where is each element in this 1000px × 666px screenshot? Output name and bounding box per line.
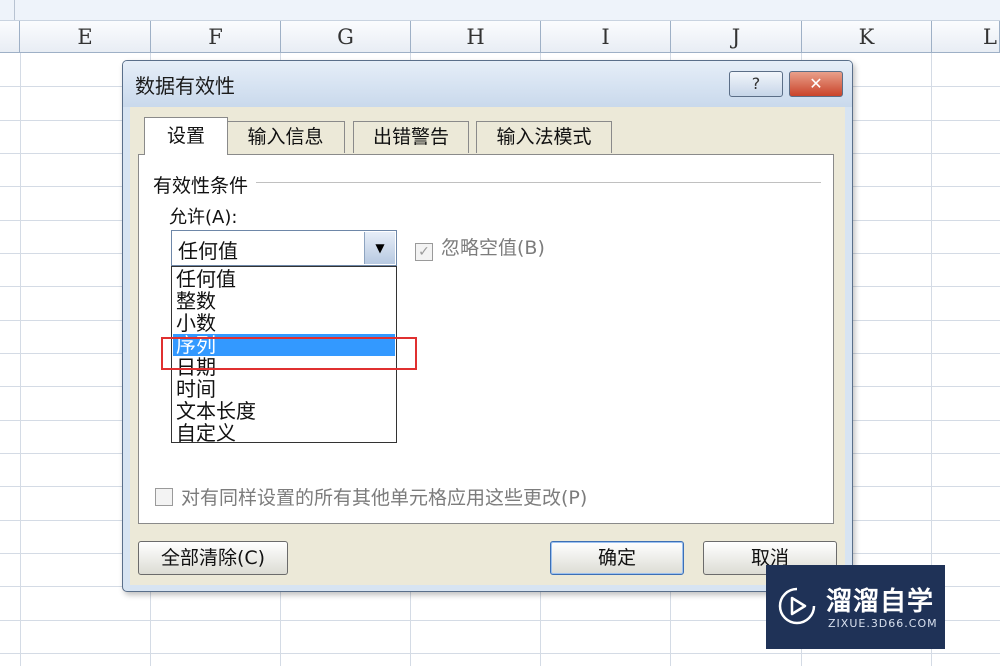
- ignore-blank-row[interactable]: ✓ 忽略空值(B): [415, 233, 545, 261]
- tab-error-alert[interactable]: 出错警告: [353, 121, 469, 153]
- ignore-blank-label: 忽略空值(B): [441, 237, 545, 259]
- clear-all-button[interactable]: 全部清除(C): [138, 541, 288, 575]
- column-header-l[interactable]: L: [932, 21, 1000, 53]
- close-button[interactable]: ✕: [789, 71, 843, 97]
- column-header-i[interactable]: I: [541, 21, 671, 53]
- allow-label: 允许(A):: [169, 207, 238, 228]
- settings-panel: 有效性条件 允许(A): 任何值 ▼ 任何值 整数 小数 序列 日期 时间 文本…: [138, 154, 834, 524]
- watermark-name: 溜溜自学: [826, 587, 935, 617]
- dialog-titlebar[interactable]: 数据有效性 ? ✕: [123, 61, 852, 107]
- list-item-custom[interactable]: 自定义: [173, 422, 395, 442]
- column-header-h[interactable]: H: [411, 21, 541, 53]
- tab-settings[interactable]: 设置: [144, 117, 228, 155]
- apply-all-checkbox[interactable]: [155, 488, 173, 506]
- dropdown-arrow-icon[interactable]: ▼: [364, 232, 395, 264]
- tab-ime-mode[interactable]: 输入法模式: [476, 121, 612, 153]
- row-header-corner[interactable]: [0, 21, 20, 53]
- column-header-e[interactable]: E: [20, 21, 151, 53]
- list-item-any-value[interactable]: 任何值: [173, 268, 395, 290]
- column-header-k[interactable]: K: [802, 21, 932, 53]
- play-logo-icon: [778, 587, 816, 625]
- dialog-body: 输入信息 出错警告 输入法模式 设置 有效性条件 允许(A): 任何值 ▼ 任何…: [130, 107, 845, 585]
- allow-dropdown-value: 任何值: [178, 239, 238, 263]
- column-header-g[interactable]: G: [281, 21, 411, 53]
- watermark-badge: 溜溜自学 ZIXUE.3D66.COM: [766, 565, 945, 649]
- allow-options-list[interactable]: 任何值 整数 小数 序列 日期 时间 文本长度 自定义: [171, 266, 397, 443]
- ignore-blank-checkbox[interactable]: ✓: [415, 243, 433, 261]
- apply-all-label: 对有同样设置的所有其他单元格应用这些更改(P): [181, 487, 588, 509]
- validation-criteria-label: 有效性条件: [153, 171, 257, 198]
- list-item-list[interactable]: 序列: [173, 334, 395, 356]
- data-validation-dialog: 数据有效性 ? ✕ 输入信息 出错警告 输入法模式 设置 有效性条件 允许(A)…: [122, 60, 853, 592]
- column-header-j[interactable]: J: [671, 21, 802, 53]
- help-icon: ?: [751, 74, 761, 93]
- dialog-title: 数据有效性: [135, 74, 235, 98]
- list-item-decimal[interactable]: 小数: [173, 312, 395, 334]
- list-item-time[interactable]: 时间: [173, 378, 395, 400]
- formula-bar-strip: [0, 0, 1000, 21]
- apply-all-row[interactable]: 对有同样设置的所有其他单元格应用这些更改(P): [155, 483, 587, 510]
- list-item-whole-number[interactable]: 整数: [173, 290, 395, 312]
- close-icon: ✕: [809, 74, 823, 93]
- help-button[interactable]: ?: [729, 71, 783, 97]
- list-item-text-length[interactable]: 文本长度: [173, 400, 395, 422]
- tab-input-message[interactable]: 输入信息: [226, 121, 345, 153]
- ok-button[interactable]: 确定: [550, 541, 684, 575]
- list-item-date[interactable]: 日期: [173, 356, 395, 378]
- allow-dropdown[interactable]: 任何值 ▼: [171, 230, 397, 266]
- watermark-url: ZIXUE.3D66.COM: [828, 617, 938, 630]
- column-header-f[interactable]: F: [151, 21, 281, 53]
